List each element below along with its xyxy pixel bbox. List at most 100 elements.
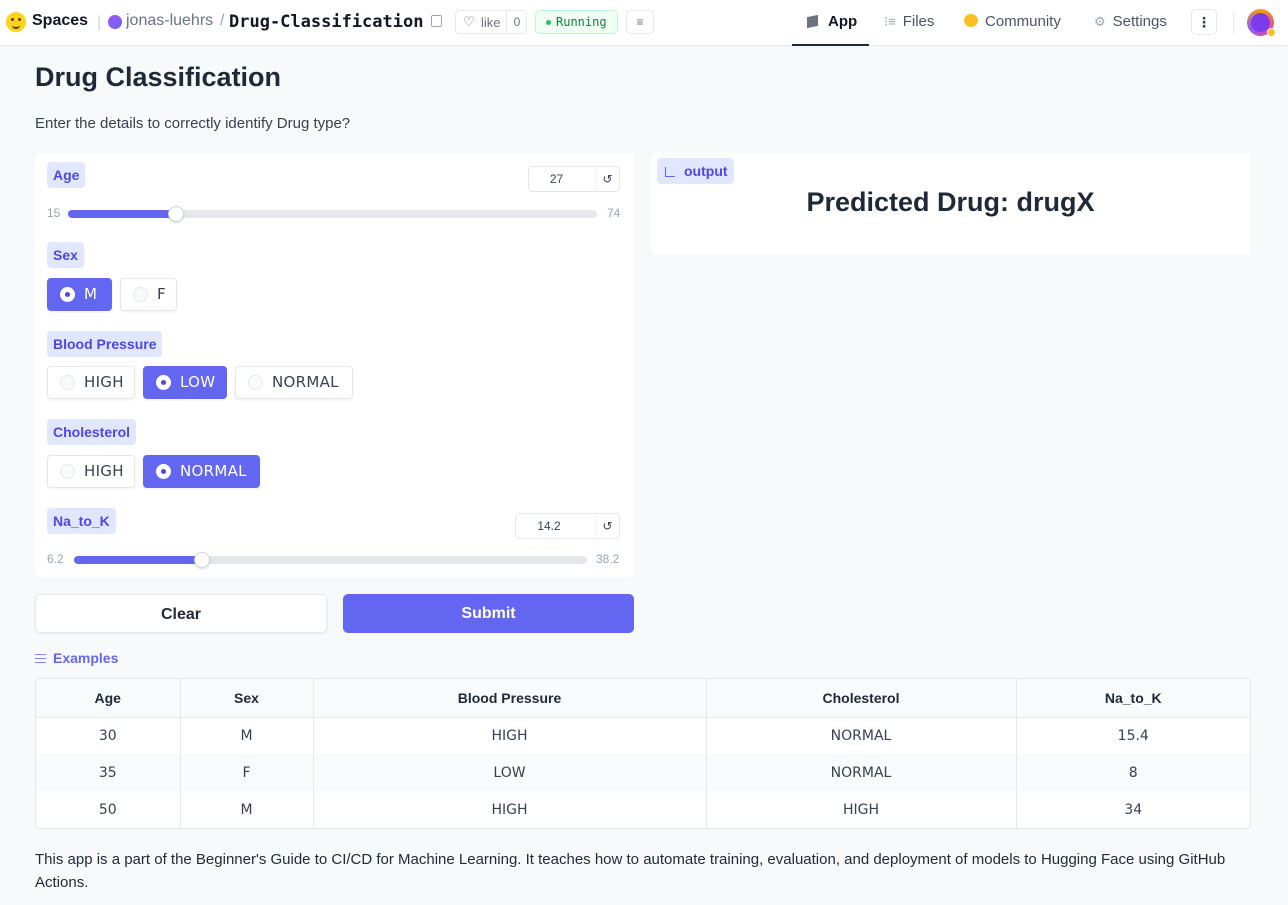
clear-button[interactable]: Clear — [35, 594, 327, 633]
repo-name-link[interactable]: Drug-Classification — [229, 12, 423, 32]
tab-settings-label: Settings — [1112, 13, 1167, 30]
list-icon — [35, 654, 46, 663]
logs-icon[interactable]: ≡ — [626, 10, 654, 34]
radio-icon — [60, 375, 75, 390]
radio-icon — [156, 464, 171, 479]
table-cell: M — [180, 717, 314, 754]
sex-label: Sex — [47, 242, 84, 268]
bp-option-high[interactable]: HIGH — [47, 366, 135, 399]
settings-icon: ⚙ — [1094, 14, 1106, 29]
sex-option-f-label: F — [157, 285, 166, 303]
table-cell: M — [180, 791, 314, 828]
sex-option-m-label: M — [84, 285, 98, 303]
like-label: like — [481, 15, 501, 30]
table-row[interactable]: 30 M HIGH NORMAL 15.4 — [36, 717, 1250, 754]
chol-option-high[interactable]: HIGH — [47, 455, 135, 488]
like-button[interactable]: ♡ like 0 — [455, 10, 527, 34]
na-to-k-slider-fill — [74, 556, 203, 564]
path-separator: / — [220, 12, 225, 29]
chart-icon — [665, 167, 675, 177]
spaces-link[interactable]: Spaces — [32, 12, 88, 30]
na-to-k-number-input[interactable]: 14.2 ↺ — [515, 513, 620, 539]
sex-option-f[interactable]: F — [120, 278, 177, 311]
app-icon — [807, 14, 818, 29]
inputs-panel: Age 27 ↺ 15 74 Sex M F Blood Pressure HI… — [35, 153, 634, 577]
tab-community[interactable]: Community — [964, 0, 1061, 46]
reset-icon[interactable]: ↺ — [595, 167, 619, 191]
like-count[interactable]: 0 — [506, 11, 527, 33]
chol-option-high-label: HIGH — [84, 462, 124, 480]
table-cell: NORMAL — [706, 717, 1017, 754]
tab-community-label: Community — [985, 13, 1061, 30]
age-slider[interactable] — [68, 206, 597, 222]
status-dot-icon — [546, 20, 551, 25]
output-label-text: output — [684, 163, 728, 179]
divider: | — [97, 14, 102, 31]
column-header: Age — [36, 679, 181, 718]
na-to-k-max: 38.2 — [596, 552, 620, 566]
na-to-k-value[interactable]: 14.2 — [516, 514, 582, 538]
bp-option-high-label: HIGH — [84, 373, 124, 391]
age-value[interactable]: 27 — [529, 167, 584, 191]
hugging-face-logo-icon[interactable] — [6, 12, 26, 32]
community-icon — [964, 14, 978, 27]
age-slider-thumb[interactable] — [167, 206, 184, 222]
table-cell: F — [180, 754, 314, 791]
examples-heading-text: Examples — [53, 650, 119, 666]
owner-avatar-icon — [108, 15, 122, 29]
blood-pressure-label: Blood Pressure — [47, 331, 163, 357]
tab-files[interactable]: ⁝≡ Files — [884, 0, 934, 46]
age-max: 74 — [607, 206, 621, 220]
top-navigation-bar: Spaces | jonas-luehrs / Drug-Classificat… — [0, 0, 1288, 46]
column-header: Sex — [180, 679, 314, 718]
age-number-input[interactable]: 27 ↺ — [528, 166, 620, 192]
cholesterol-label: Cholesterol — [47, 419, 137, 445]
column-header: Cholesterol — [706, 679, 1017, 718]
output-label: output — [657, 158, 734, 184]
tab-files-label: Files — [902, 13, 935, 30]
tab-app[interactable]: App — [792, 0, 869, 46]
column-header: Blood Pressure — [313, 679, 707, 718]
page-subtitle: Enter the details to correctly identify … — [35, 115, 351, 132]
bp-option-low-label: LOW — [180, 373, 216, 391]
table-row[interactable]: 35 F LOW NORMAL 8 — [36, 754, 1250, 791]
table-row[interactable]: 50 M HIGH HIGH 34 — [36, 791, 1250, 828]
table-cell: LOW — [313, 754, 707, 791]
table-cell: 50 — [36, 791, 181, 828]
reset-icon[interactable]: ↺ — [595, 514, 619, 538]
table-cell: HIGH — [313, 791, 707, 828]
bp-option-normal[interactable]: NORMAL — [235, 366, 353, 399]
output-panel: output Predicted Drug: drugX — [651, 153, 1250, 255]
radio-icon — [248, 375, 263, 390]
heart-icon: ♡ — [463, 14, 475, 29]
na-to-k-slider-thumb[interactable] — [194, 552, 211, 568]
prediction-text: Predicted Drug: drugX — [806, 187, 1095, 217]
owner-link[interactable]: jonas-luehrs — [126, 12, 213, 30]
submit-button[interactable]: Submit — [343, 594, 634, 633]
examples-table: Age Sex Blood Pressure Cholesterol Na_to… — [35, 678, 1251, 829]
age-label: Age — [47, 162, 86, 188]
radio-icon — [156, 375, 171, 390]
examples-heading: Examples — [35, 650, 118, 666]
notification-badge-icon — [1267, 28, 1276, 37]
table-cell: HIGH — [313, 717, 707, 754]
tab-settings[interactable]: ⚙ Settings — [1094, 0, 1167, 46]
status-badge[interactable]: Running — [535, 10, 618, 34]
na-to-k-slider[interactable] — [74, 552, 587, 568]
table-cell: 15.4 — [1117, 727, 1149, 744]
user-avatar[interactable] — [1247, 9, 1276, 37]
age-slider-fill — [68, 210, 176, 218]
tab-app-label: App — [828, 13, 858, 30]
copy-icon[interactable] — [431, 15, 442, 27]
na-to-k-min: 6.2 — [47, 552, 64, 566]
radio-icon — [133, 287, 148, 302]
bp-option-low[interactable]: LOW — [143, 366, 227, 399]
more-options-icon[interactable]: ⋮ — [1191, 9, 1217, 35]
table-cell: 35 — [36, 754, 181, 791]
bp-option-normal-label: NORMAL — [272, 373, 339, 391]
sex-option-m[interactable]: M — [47, 278, 112, 311]
na-to-k-label: Na_to_K — [47, 508, 116, 534]
column-header: Na_to_K — [1016, 679, 1250, 718]
chol-option-normal[interactable]: NORMAL — [143, 455, 260, 488]
table-cell: 8 — [1016, 754, 1250, 791]
